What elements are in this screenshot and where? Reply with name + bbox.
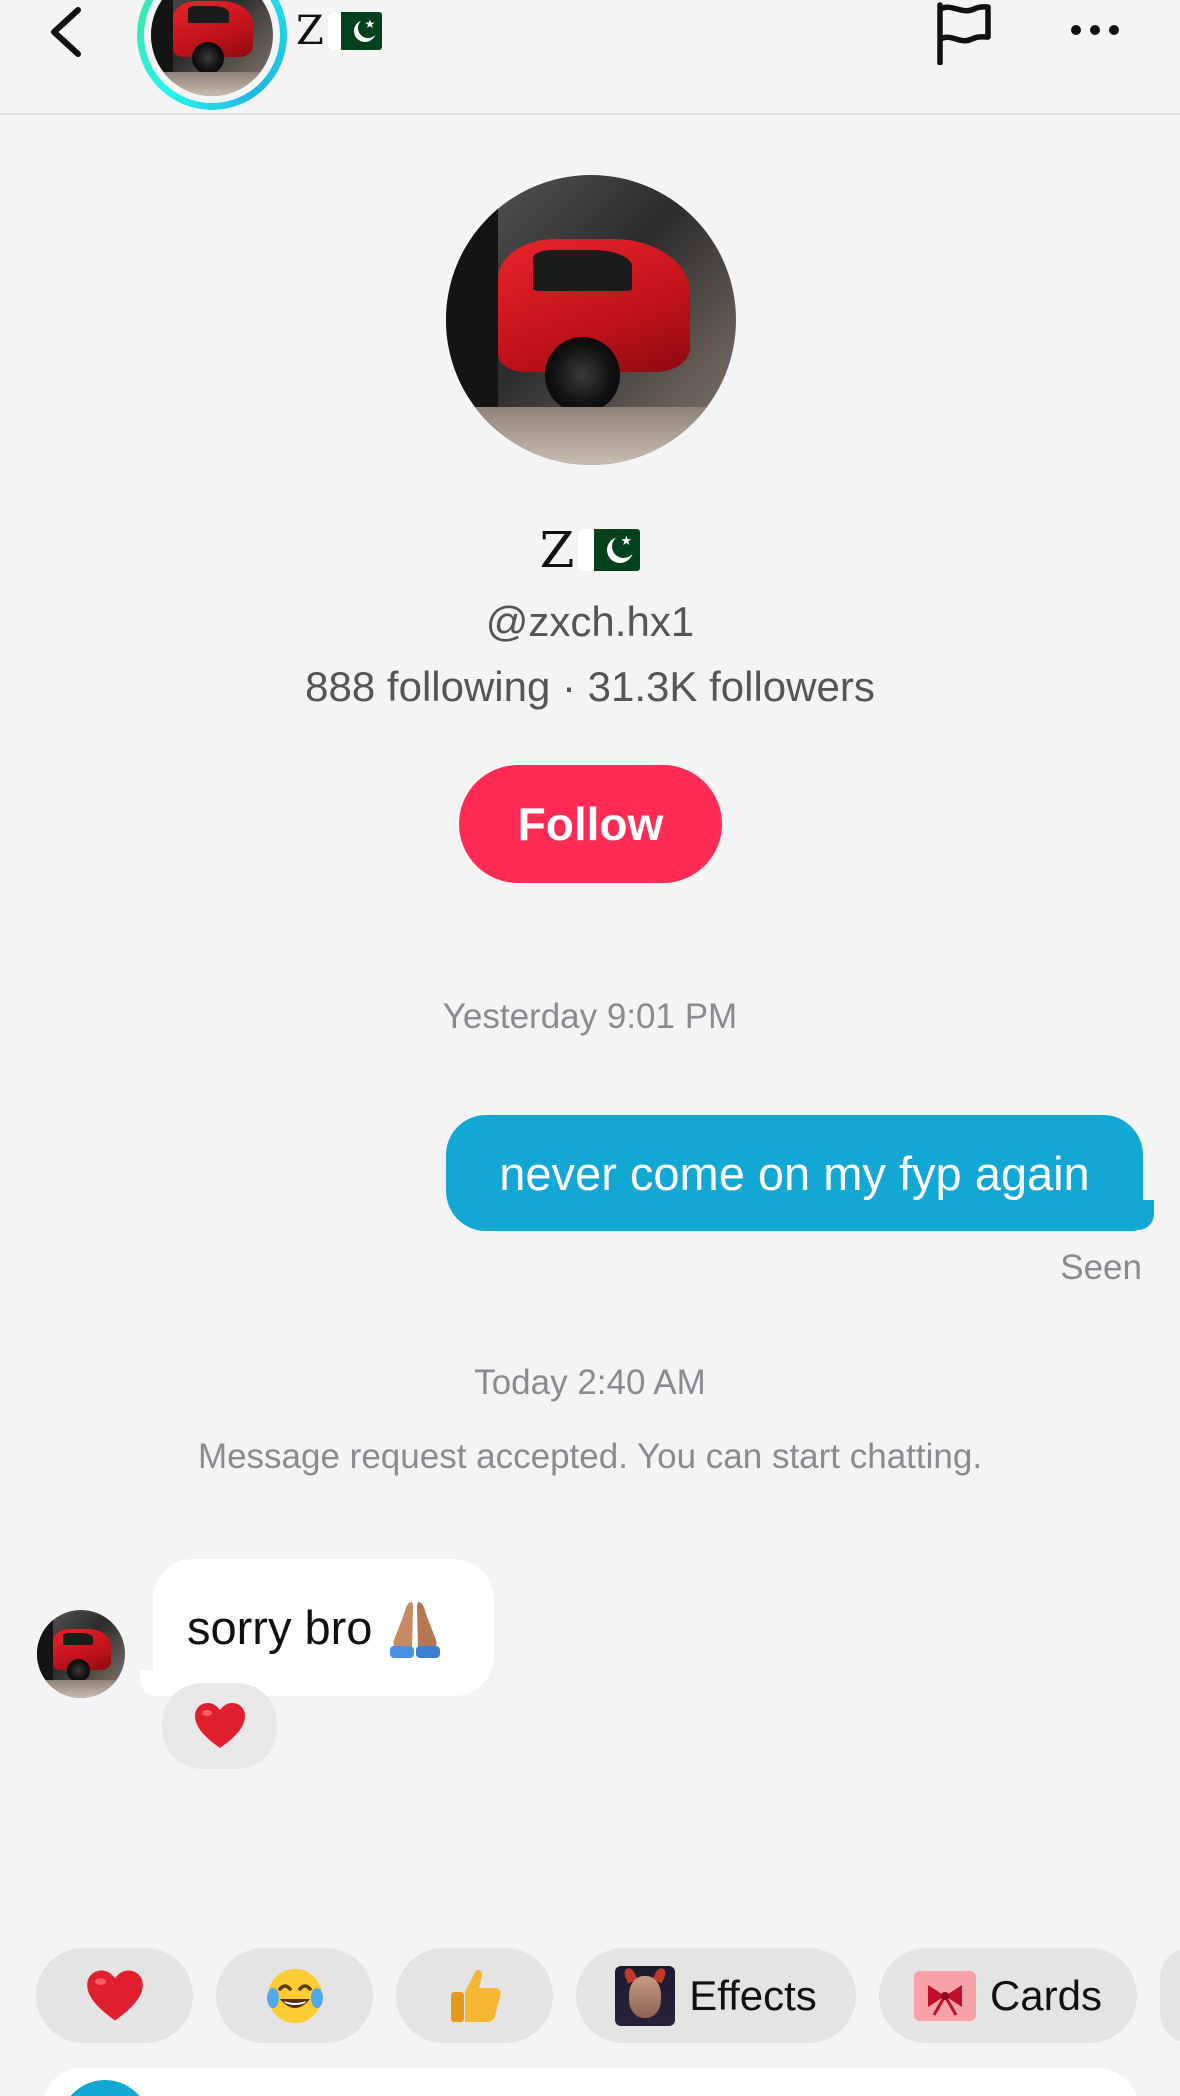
more-options-button[interactable] — [1060, 8, 1130, 52]
header-name-text: Z — [296, 8, 324, 54]
system-message: Message request accepted. You can start … — [197, 1437, 983, 1476]
thumbs-up-emoji — [450, 1969, 501, 2022]
chevron-left-icon — [51, 7, 81, 57]
profile-handle: @zxch.hx1 — [485, 598, 695, 645]
outgoing-message-text: never come on my fyp again — [499, 1146, 1090, 1200]
profile-display-name: Z ★ — [0, 520, 1180, 580]
profile-name-text: Z — [539, 521, 575, 579]
flag-outline-icon — [937, 2, 991, 65]
folded-hands-emoji — [390, 1601, 441, 1658]
back-button[interactable] — [36, 0, 96, 64]
message-reaction[interactable] — [162, 1683, 277, 1769]
ellipsis-icon — [1071, 25, 1081, 35]
profile-stats: 888 following · 31.3K followers — [305, 663, 875, 710]
tears-of-joy-emoji — [266, 1968, 323, 2023]
message-timestamp: Yesterday 9:01 PM — [442, 997, 738, 1036]
pakistan-flag-icon: ★ — [578, 529, 641, 571]
message-timestamp: Today 2:40 AM — [474, 1363, 706, 1402]
red-heart-emoji — [194, 1703, 245, 1748]
quick-reply-more[interactable] — [1160, 1948, 1180, 2043]
follow-button[interactable]: Follow — [459, 765, 722, 883]
chat-header: Z ★ — [0, 0, 1180, 115]
gift-card-icon — [913, 1970, 976, 2021]
header-display-name[interactable]: Z ★ — [296, 6, 382, 56]
quick-reply-thumbs-up[interactable] — [396, 1948, 553, 2043]
quick-reply-effects[interactable]: Effects — [576, 1948, 856, 2043]
red-heart-emoji — [86, 1969, 143, 2020]
outgoing-message-bubble[interactable]: never come on my fyp again — [446, 1115, 1143, 1231]
quick-reply-cards[interactable]: Cards — [879, 1948, 1137, 2043]
sender-avatar[interactable] — [37, 1610, 125, 1698]
avatar-photo — [446, 175, 736, 465]
quick-reply-bar: Effects Cards — [0, 1948, 1180, 2043]
report-button[interactable] — [930, 0, 994, 66]
quick-reply-laugh[interactable] — [216, 1948, 373, 2043]
avatar-photo — [37, 1610, 125, 1698]
effects-label: Effects — [689, 1971, 817, 2019]
incoming-message-text: sorry bro — [187, 1601, 373, 1654]
avatar-photo — [151, 0, 273, 96]
read-receipt: Seen — [1060, 1248, 1142, 1287]
pakistan-flag-icon: ★ — [327, 12, 382, 50]
profile-avatar[interactable] — [446, 175, 736, 465]
incoming-message-bubble[interactable]: sorry bro — [153, 1559, 494, 1696]
quick-reply-heart[interactable] — [36, 1948, 193, 2043]
effects-thumbnail-icon — [615, 1965, 676, 2026]
bubble-tail — [1126, 1200, 1154, 1230]
cards-label: Cards — [989, 1971, 1103, 2019]
message-input-bar[interactable] — [42, 2068, 1138, 2096]
header-avatar[interactable] — [137, 0, 287, 110]
